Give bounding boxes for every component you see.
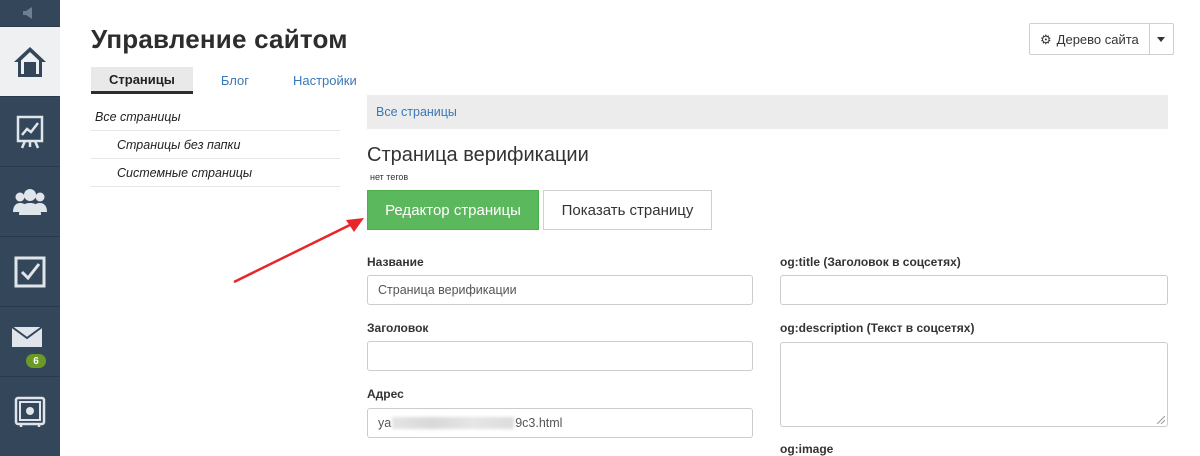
rail-item-home[interactable]	[0, 26, 60, 96]
page-heading: Страница верификации	[367, 144, 589, 166]
rail-item-tasks[interactable]	[0, 236, 60, 306]
rail-item-safe[interactable]	[0, 376, 60, 446]
tab-settings[interactable]: Настройки	[275, 67, 375, 94]
heading-label: Заголовок	[367, 321, 429, 335]
og-title-input[interactable]	[780, 275, 1168, 305]
left-rail: 6	[0, 0, 60, 456]
breadcrumb-link-all-pages[interactable]: Все страницы	[376, 105, 457, 119]
tree-item-all-pages[interactable]: Все страницы	[91, 103, 340, 131]
address-input[interactable]: ya 9c3.html	[367, 408, 753, 438]
address-suffix: 9c3.html	[515, 416, 563, 430]
mail-count-badge: 6	[24, 352, 48, 370]
name-label: Название	[367, 255, 424, 269]
address-prefix: ya	[378, 416, 392, 430]
show-page-button[interactable]: Показать страницу	[543, 190, 712, 230]
blurred-text	[392, 417, 515, 429]
name-input[interactable]: Страница верификации	[367, 275, 753, 305]
og-description-textarea[interactable]	[780, 342, 1168, 427]
og-image-label: og:image	[780, 442, 834, 456]
safe-icon	[14, 396, 46, 427]
rail-item-mail[interactable]: 6	[0, 306, 60, 376]
breadcrumb: Все страницы	[367, 95, 1168, 129]
tree-item-system[interactable]: Системные страницы	[91, 159, 340, 187]
collapse-toggle[interactable]	[0, 0, 60, 26]
og-title-label: og:title (Заголовок в соцсетях)	[780, 255, 961, 269]
annotation-arrow	[233, 218, 364, 284]
section-tabs: Страницы Блог Настройки	[91, 67, 375, 94]
site-tree-button[interactable]: ⚙ Дерево сайта	[1030, 24, 1149, 54]
users-icon	[13, 188, 47, 215]
address-label: Адрес	[367, 387, 404, 401]
chart-board-icon	[16, 115, 44, 148]
home-icon	[14, 46, 46, 77]
tags-label: нет тегов	[370, 172, 409, 182]
megaphone-icon	[23, 7, 32, 19]
page-editor-button[interactable]: Редактор страницы	[367, 190, 539, 230]
rail-item-users[interactable]	[0, 166, 60, 236]
site-tree-dropdown[interactable]	[1148, 24, 1173, 54]
site-tree-label: Дерево сайта	[1056, 31, 1139, 47]
page-title: Управление сайтом	[91, 24, 348, 54]
site-tree-button-group: ⚙ Дерево сайта	[1029, 23, 1174, 55]
tree-item-no-folder[interactable]: Страницы без папки	[91, 131, 340, 159]
checkbox-icon	[14, 256, 46, 287]
heading-input[interactable]	[367, 341, 753, 371]
page-tree: Все страницы Страницы без папки Системны…	[91, 103, 340, 187]
gear-icon: ⚙	[1040, 31, 1052, 47]
tab-blog[interactable]: Блог	[193, 67, 275, 94]
resize-handle-icon[interactable]	[1157, 416, 1165, 424]
caret-down-icon	[1157, 36, 1166, 42]
tab-pages[interactable]: Страницы	[91, 67, 193, 94]
mail-icon	[11, 325, 43, 347]
rail-item-stats[interactable]	[0, 96, 60, 166]
og-description-label: og:description (Текст в соцсетях)	[780, 321, 975, 335]
